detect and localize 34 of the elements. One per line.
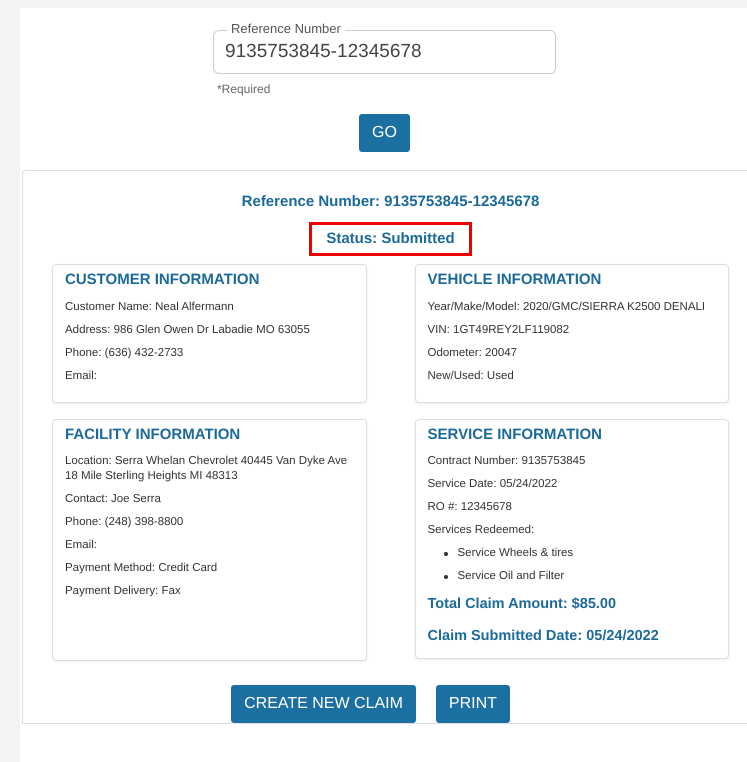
- required-note: *Required: [217, 81, 272, 98]
- info-text: Payment Method: Credit Card: [65, 561, 218, 576]
- status-text: Status: Submitted: [309, 222, 472, 256]
- reference-heading: Reference Number: 9135753845-12345678: [242, 193, 540, 210]
- info-text: Service Date: 05/24/2022: [428, 477, 558, 492]
- info-text: Payment Delivery: Fax: [65, 584, 182, 599]
- info-text: RO #: 12345678: [428, 500, 513, 515]
- info-text: Year/Make/Model: 2020/GMC/SIERRA K2500 DENALI: [428, 300, 706, 314]
- card-title: FACILITY INFORMATION: [65, 424, 242, 444]
- info-text: Email:: [65, 538, 98, 553]
- info-text: Phone: (248) 398-8800: [65, 515, 184, 530]
- service-item: Service Wheels & tires: [458, 546, 574, 561]
- info-text: New/Used: Used: [428, 368, 515, 384]
- claim-total: Total Claim Amount: $85.00: [428, 595, 618, 614]
- info-text: VIN: 1GT49REY2LF119082: [428, 322, 570, 338]
- action-button[interactable]: PRINT: [436, 684, 510, 722]
- claim-total: Claim Submitted Date: 05/24/2022: [428, 626, 660, 646]
- info-text: Email:: [65, 368, 98, 384]
- info-text: Address: 986 Glen Owen Dr Labadie MO 63055: [65, 322, 311, 338]
- info-text: Location: Serra Whelan Chevrolet 40445 Van Dyke Ave 18 Mile Sterling Heights MI 48313: [65, 454, 348, 484]
- card-title: VEHICLE INFORMATION: [428, 270, 602, 290]
- info-text: Phone: (636) 432-2733: [65, 346, 184, 360]
- service-item: Service Oil and Filter: [458, 569, 564, 584]
- info-text: Contact: Joe Serra: [65, 492, 162, 507]
- bullet-icon: [444, 552, 448, 556]
- bullet-icon: [444, 574, 448, 578]
- card-title: CUSTOMER INFORMATION: [65, 270, 260, 290]
- action-button[interactable]: CREATE NEW CLAIM: [231, 684, 416, 722]
- info-text: Odometer: 20047: [428, 346, 518, 360]
- info-text: Contract Number: 9135753845: [428, 454, 586, 469]
- go-button[interactable]: GO: [359, 114, 410, 152]
- card-title: SERVICE INFORMATION: [428, 424, 603, 444]
- info-text: Customer Name: Neal Alfermann: [65, 300, 235, 314]
- info-text: Services Redeemed:: [428, 523, 536, 538]
